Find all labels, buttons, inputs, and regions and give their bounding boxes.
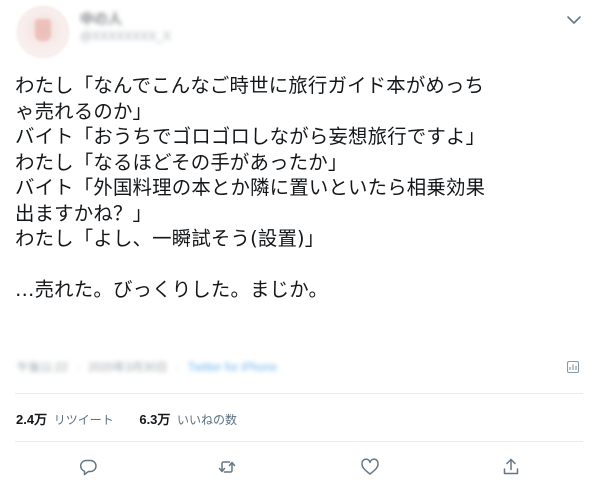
tweet-line: わたし「なんでこんなご時世に旅行ガイド本がめっち — [15, 74, 485, 97]
reply-icon[interactable] — [77, 456, 99, 478]
share-icon[interactable] — [500, 456, 522, 478]
tweet-source-link[interactable]: Twitter for iPhone — [188, 362, 277, 374]
tweet-line: ゃ売れるのか」 — [15, 99, 153, 123]
tweet-text: わたし「なんでこんなご時世に旅行ガイド本がめっち ゃ売れるのか」 バイト「おうち… — [15, 73, 585, 303]
meta-separator: · — [175, 362, 180, 374]
divider — [15, 441, 583, 442]
tweet-line: バイト「おうちでゴロゴロしながら妄想旅行ですよ」 — [15, 125, 486, 148]
user-handle[interactable]: @XXXXXXXX_X — [80, 28, 171, 44]
author-block[interactable]: 中の人 @XXXXXXXX_X — [80, 10, 171, 44]
tweet-line: わたし「よし、一瞬試そう(設置)」 — [15, 227, 325, 250]
engagement-counts: 2.4万 リツイート 6.3万 いいねの数 — [16, 409, 259, 428]
chevron-down-icon[interactable] — [566, 14, 582, 26]
like-icon[interactable] — [359, 456, 381, 478]
tweet-timestamp[interactable]: 午後11:22 · 2020年3月30日 · Twitter for iPhon… — [17, 359, 277, 375]
tweet-line: バイト「外国料理の本とか隣に置いといたら相乗効果 — [15, 176, 486, 199]
meta-separator: · — [76, 362, 80, 374]
likes-label: いいねの数 — [177, 413, 238, 427]
divider — [15, 393, 583, 394]
retweets-label: リツイート — [53, 413, 114, 427]
retweet-icon[interactable] — [216, 456, 238, 478]
likes-value: 6.3万 — [139, 412, 171, 427]
avatar[interactable] — [17, 6, 69, 58]
tweet-date: 2020年3月30日 — [88, 362, 168, 374]
retweets-value: 2.4万 — [16, 412, 48, 427]
display-name[interactable]: 中の人 — [80, 10, 171, 28]
avatar-logo — [35, 19, 51, 41]
tweet-time: 午後11:22 — [17, 362, 68, 374]
tweet-card: 中の人 @XXXXXXXX_X わたし「なんでこんなご時世に旅行ガイド本がめっち… — [0, 0, 598, 489]
likes-count[interactable]: 6.3万 いいねの数 — [139, 409, 237, 428]
tweet-line: わたし「なるほどその手があったか」 — [15, 150, 348, 174]
analytics-icon[interactable] — [565, 359, 581, 375]
tweet-line: …売れた。びっくりした。まじか。 — [15, 278, 329, 301]
retweets-count[interactable]: 2.4万 リツイート — [16, 409, 114, 428]
tweet-line: 出ますかね？」 — [15, 201, 153, 225]
